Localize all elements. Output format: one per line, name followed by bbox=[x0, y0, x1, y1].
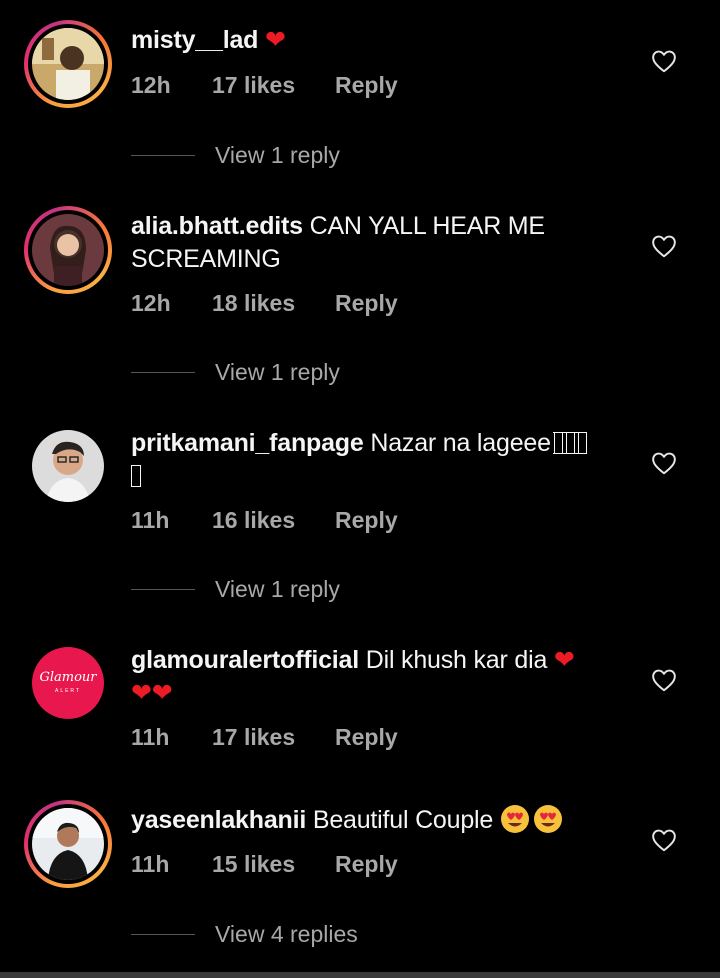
comment-username[interactable]: misty__lad bbox=[131, 26, 258, 54]
comment-username[interactable]: glamouralertofficial bbox=[131, 646, 359, 674]
comment-body: Beautiful Couple bbox=[306, 806, 500, 834]
missing-glyph-box bbox=[552, 432, 587, 454]
reply-button[interactable]: Reply bbox=[335, 288, 398, 318]
reply-button[interactable]: Reply bbox=[335, 722, 398, 752]
comment-time: 11h bbox=[131, 507, 170, 533]
view-replies-label[interactable]: View 1 reply bbox=[215, 357, 340, 387]
view-replies-label[interactable]: View 4 replies bbox=[215, 919, 358, 949]
comment-time: 11h bbox=[131, 724, 170, 750]
avatar-photo bbox=[32, 430, 104, 502]
reply-button[interactable]: Reply bbox=[335, 849, 398, 879]
avatar-logo-subtext: ALERT bbox=[54, 688, 82, 694]
comment-time: 12h bbox=[131, 72, 171, 98]
comment-likes[interactable]: 16 likes bbox=[212, 505, 295, 535]
comment-likes[interactable]: 18 likes bbox=[212, 288, 295, 318]
comment-text: glamouralertofficial Dil khush kar dia ❤… bbox=[131, 644, 621, 710]
avatar[interactable] bbox=[24, 20, 112, 108]
replies-divider bbox=[131, 372, 195, 373]
heart-outline-icon[interactable] bbox=[651, 49, 677, 73]
avatar[interactable] bbox=[32, 430, 104, 502]
view-replies-label[interactable]: View 1 reply bbox=[215, 140, 340, 170]
comment-username[interactable]: yaseenlakhanii bbox=[131, 806, 306, 834]
red-heart-emoji: ❤ bbox=[151, 679, 173, 707]
view-replies-label[interactable]: View 1 reply bbox=[215, 574, 340, 604]
missing-glyph-box bbox=[131, 465, 141, 487]
avatar-photo bbox=[32, 214, 104, 286]
comment-text: pritkamani_fanpage Nazar na lageee bbox=[131, 427, 621, 493]
heart-outline-icon[interactable] bbox=[651, 828, 677, 852]
avatar-photo bbox=[32, 28, 104, 100]
replies-divider bbox=[131, 155, 195, 156]
comment-username[interactable]: alia.bhatt.edits bbox=[131, 212, 303, 240]
heart-eyes-emoji bbox=[533, 805, 562, 833]
comment-time: 11h bbox=[131, 851, 170, 877]
avatar-logo-text: Glamour bbox=[39, 670, 97, 685]
heart-outline-icon[interactable] bbox=[651, 234, 677, 258]
heart-eyes-emoji bbox=[500, 805, 529, 833]
avatar-ring-inner bbox=[28, 804, 108, 884]
comment-likes[interactable]: 17 likes bbox=[212, 722, 295, 752]
comment-text: yaseenlakhanii Beautiful Couple bbox=[131, 804, 621, 837]
comment-text: alia.bhatt.edits CAN YALL HEAR ME SCREAM… bbox=[131, 210, 621, 276]
avatar-logo: Glamour ALERT bbox=[32, 647, 104, 719]
comment-body: Dil khush kar dia bbox=[359, 646, 554, 674]
comment-likes[interactable]: 17 likes bbox=[212, 70, 295, 100]
comment-body: Nazar na lageee bbox=[363, 429, 551, 457]
red-heart-emoji: ❤ bbox=[131, 679, 152, 707]
avatar[interactable] bbox=[24, 800, 112, 888]
comment-time: 12h bbox=[131, 290, 171, 316]
avatar[interactable]: Glamour ALERT bbox=[32, 647, 104, 719]
reply-button[interactable]: Reply bbox=[335, 70, 398, 100]
comment-body: ❤ bbox=[258, 26, 286, 54]
avatar[interactable] bbox=[24, 206, 112, 294]
comment-text: misty__lad ❤ bbox=[131, 24, 621, 57]
comment-likes[interactable]: 15 likes bbox=[212, 849, 295, 879]
red-heart-emoji: ❤ bbox=[553, 646, 575, 674]
reply-button[interactable]: Reply bbox=[335, 505, 398, 535]
heart-outline-icon[interactable] bbox=[651, 668, 677, 692]
avatar-ring-inner bbox=[28, 24, 108, 104]
bottom-divider bbox=[0, 972, 720, 978]
heart-outline-icon[interactable] bbox=[651, 451, 677, 475]
replies-divider bbox=[131, 934, 195, 935]
avatar-ring-inner bbox=[28, 210, 108, 290]
avatar-photo bbox=[32, 808, 104, 880]
comment-username[interactable]: pritkamani_fanpage bbox=[131, 429, 364, 457]
replies-divider bbox=[131, 589, 195, 590]
